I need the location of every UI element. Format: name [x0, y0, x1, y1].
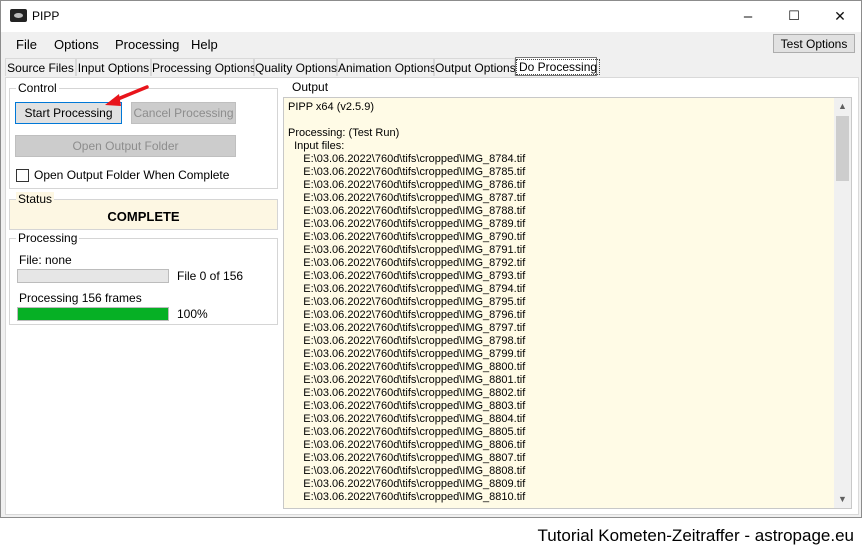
output-line: E:\03.06.2022\760d\tifs\cropped\IMG_8787…	[288, 192, 526, 204]
tab-animation-options[interactable]: Animation Options	[337, 58, 436, 76]
output-line: E:\03.06.2022\760d\tifs\cropped\IMG_8790…	[288, 231, 526, 243]
processing-group-label: Processing	[16, 231, 80, 245]
output-line: E:\03.06.2022\760d\tifs\cropped\IMG_8806…	[288, 439, 526, 451]
tab-input-options[interactable]: Input Options	[76, 58, 151, 76]
output-line: E:\03.06.2022\760d\tifs\cropped\IMG_8804…	[288, 413, 526, 425]
tab-do-processing-label: Do Processing	[516, 59, 601, 75]
menu-file[interactable]: File	[16, 37, 37, 52]
open-when-complete-checkbox[interactable]	[16, 169, 29, 182]
open-when-complete-label: Open Output Folder When Complete	[34, 168, 230, 182]
open-output-folder-button[interactable]: Open Output Folder	[15, 135, 236, 157]
tutorial-caption: Tutorial Kometen-Zeitraffer - astropage.…	[537, 526, 854, 545]
output-line: E:\03.06.2022\760d\tifs\cropped\IMG_8786…	[288, 179, 526, 191]
app-window: PIPP – ☐ ✕ File Options Processing Help …	[0, 0, 862, 518]
output-line: E:\03.06.2022\760d\tifs\cropped\IMG_8784…	[288, 153, 526, 165]
output-line: E:\03.06.2022\760d\tifs\cropped\IMG_8799…	[288, 348, 526, 360]
menu-bar: File Options Processing Help	[1, 32, 861, 56]
output-line: E:\03.06.2022\760d\tifs\cropped\IMG_8795…	[288, 296, 526, 308]
output-line: E:\03.06.2022\760d\tifs\cropped\IMG_8807…	[288, 452, 526, 464]
output-line: E:\03.06.2022\760d\tifs\cropped\IMG_8791…	[288, 244, 526, 256]
output-line: E:\03.06.2022\760d\tifs\cropped\IMG_8788…	[288, 205, 526, 217]
title-bar: PIPP – ☐ ✕	[1, 1, 861, 32]
output-line: E:\03.06.2022\760d\tifs\cropped\IMG_8801…	[288, 374, 526, 386]
output-line: E:\03.06.2022\760d\tifs\cropped\IMG_8796…	[288, 309, 526, 321]
file-progress-text: File 0 of 156	[177, 269, 244, 283]
output-line: E:\03.06.2022\760d\tifs\cropped\IMG_8793…	[288, 270, 526, 282]
test-options-button[interactable]: Test Options	[773, 34, 855, 53]
output-line: E:\03.06.2022\760d\tifs\cropped\IMG_8792…	[288, 257, 526, 269]
output-line: E:\03.06.2022\760d\tifs\cropped\IMG_8789…	[288, 218, 526, 230]
frames-label: Processing 156 frames	[19, 291, 142, 305]
output-line: E:\03.06.2022\760d\tifs\cropped\IMG_8785…	[288, 166, 526, 178]
red-arrow-annotation	[105, 85, 149, 106]
scroll-thumb[interactable]	[836, 116, 849, 181]
tab-do-processing[interactable]: Do Processing	[515, 57, 601, 76]
output-line: E:\03.06.2022\760d\tifs\cropped\IMG_8802…	[288, 387, 526, 399]
tab-output-options[interactable]: Output Options	[434, 58, 516, 76]
output-line: PIPP x64 (v2.5.9)	[288, 101, 375, 113]
status-group-label: Status	[16, 192, 55, 206]
close-button[interactable]: ✕	[817, 1, 861, 31]
output-line: E:\03.06.2022\760d\tifs\cropped\IMG_8803…	[288, 400, 526, 412]
tab-source-files[interactable]: Source Files	[5, 58, 76, 76]
output-line: E:\03.06.2022\760d\tifs\cropped\IMG_8809…	[288, 478, 526, 490]
output-line: Processing: (Test Run)	[288, 127, 400, 139]
maximize-button[interactable]: ☐	[771, 1, 817, 31]
menu-processing[interactable]: Processing	[115, 37, 179, 52]
output-log[interactable]: PIPP x64 (v2.5.9) Processing: (Test Run) …	[283, 97, 852, 509]
tab-strip: Source Files Input Options Processing Op…	[5, 57, 861, 77]
tab-quality-options[interactable]: Quality Options	[254, 58, 337, 76]
output-line: E:\03.06.2022\760d\tifs\cropped\IMG_8808…	[288, 465, 526, 477]
status-group: Status COMPLETE	[9, 192, 278, 230]
output-line: E:\03.06.2022\760d\tifs\cropped\IMG_8794…	[288, 283, 526, 295]
frames-progress-bar	[17, 307, 169, 321]
processing-group: Processing File: none File 0 of 156 Proc…	[9, 231, 278, 325]
output-line: E:\03.06.2022\760d\tifs\cropped\IMG_8805…	[288, 426, 526, 438]
output-line: E:\03.06.2022\760d\tifs\cropped\IMG_8797…	[288, 322, 526, 334]
window-title: PIPP	[32, 9, 60, 23]
output-line: E:\03.06.2022\760d\tifs\cropped\IMG_8800…	[288, 361, 526, 373]
frames-percent-text: 100%	[177, 307, 208, 321]
minimize-button[interactable]: –	[725, 1, 771, 31]
status-value: COMPLETE	[107, 209, 180, 224]
scroll-up-icon[interactable]: ▲	[834, 98, 851, 115]
menu-options[interactable]: Options	[54, 37, 99, 52]
current-file-label: File: none	[19, 253, 72, 267]
output-line: E:\03.06.2022\760d\tifs\cropped\IMG_8810…	[288, 491, 526, 503]
menu-help[interactable]: Help	[191, 37, 218, 52]
file-progress-bar	[17, 269, 169, 283]
output-scrollbar[interactable]: ▲ ▼	[834, 98, 851, 508]
pipp-app-icon	[10, 9, 27, 22]
tab-processing-options[interactable]: Processing Options	[151, 58, 256, 76]
scroll-down-icon[interactable]: ▼	[834, 491, 851, 508]
output-line: Input files:	[288, 140, 345, 152]
frames-progress-fill	[18, 308, 168, 320]
output-line: E:\03.06.2022\760d\tifs\cropped\IMG_8798…	[288, 335, 526, 347]
control-group-label: Control	[16, 81, 59, 95]
output-group-label: Output	[290, 80, 331, 94]
